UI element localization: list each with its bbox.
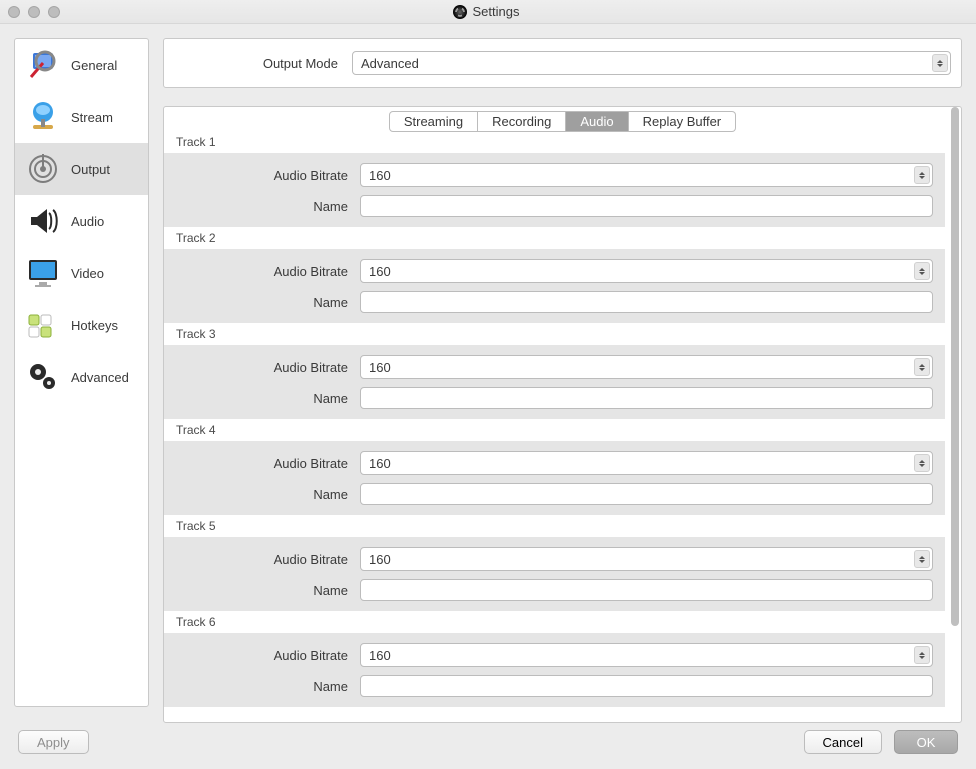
track-title: Track 1 <box>164 133 945 153</box>
apply-button[interactable]: Apply <box>18 730 89 754</box>
sidebar-item-advanced[interactable]: Advanced <box>15 351 148 403</box>
stream-icon <box>25 99 61 135</box>
output-mode-row: Output Mode Advanced <box>163 38 962 88</box>
track-group: Track 2 Audio Bitrate 160 Name <box>164 229 945 323</box>
track-name-input[interactable] <box>360 291 933 313</box>
track-name-input[interactable] <box>360 195 933 217</box>
tab-audio[interactable]: Audio <box>566 111 628 132</box>
audio-bitrate-label: Audio Bitrate <box>176 360 352 375</box>
track-title: Track 3 <box>164 325 945 345</box>
sidebar-item-general[interactable]: General <box>15 39 148 91</box>
audio-bitrate-select[interactable]: 160 <box>360 355 933 379</box>
general-icon <box>25 47 61 83</box>
chevron-updown-icon <box>914 646 930 664</box>
chevron-updown-icon <box>914 262 930 280</box>
track-title: Track 5 <box>164 517 945 537</box>
track-name-input[interactable] <box>360 387 933 409</box>
sidebar-item-hotkeys[interactable]: Hotkeys <box>15 299 148 351</box>
audio-bitrate-select[interactable]: 160 <box>360 547 933 571</box>
output-mode-label: Output Mode <box>174 56 344 71</box>
sidebar-item-label: Advanced <box>71 370 129 385</box>
track-name-label: Name <box>176 295 352 310</box>
traffic-lights <box>8 6 60 18</box>
sidebar-item-label: Stream <box>71 110 113 125</box>
track-title: Track 6 <box>164 613 945 633</box>
output-panel: Streaming Recording Audio Replay Buffer … <box>163 106 962 723</box>
audio-bitrate-select[interactable]: 160 <box>360 259 933 283</box>
audio-tracks-scroll[interactable]: Track 1 Audio Bitrate 160 Name <box>164 133 945 722</box>
track-title: Track 2 <box>164 229 945 249</box>
minimize-window-button[interactable] <box>28 6 40 18</box>
track-name-label: Name <box>176 391 352 406</box>
audio-bitrate-label: Audio Bitrate <box>176 648 352 663</box>
audio-icon <box>25 203 61 239</box>
obs-icon <box>453 5 467 19</box>
track-group: Track 5 Audio Bitrate 160 Name <box>164 517 945 611</box>
tab-recording[interactable]: Recording <box>478 111 566 132</box>
track-name-label: Name <box>176 487 352 502</box>
settings-sidebar: General Stream Output Audio Video Hotkey… <box>14 38 149 707</box>
track-group: Track 1 Audio Bitrate 160 Name <box>164 133 945 227</box>
track-group: Track 6 Audio Bitrate 160 Name <box>164 613 945 707</box>
ok-button[interactable]: OK <box>894 730 958 754</box>
sidebar-item-label: Video <box>71 266 104 281</box>
track-name-input[interactable] <box>360 579 933 601</box>
sidebar-item-label: Hotkeys <box>71 318 118 333</box>
sidebar-item-label: Audio <box>71 214 104 229</box>
audio-bitrate-label: Audio Bitrate <box>176 456 352 471</box>
audio-bitrate-select[interactable]: 160 <box>360 643 933 667</box>
output-mode-select[interactable]: Advanced <box>352 51 951 75</box>
track-name-label: Name <box>176 199 352 214</box>
chevron-updown-icon <box>914 454 930 472</box>
chevron-updown-icon <box>914 358 930 376</box>
output-icon <box>25 151 61 187</box>
sidebar-item-output[interactable]: Output <box>15 143 148 195</box>
advanced-icon <box>25 359 61 395</box>
close-window-button[interactable] <box>8 6 20 18</box>
track-group: Track 3 Audio Bitrate 160 Name <box>164 325 945 419</box>
track-name-label: Name <box>176 583 352 598</box>
zoom-window-button[interactable] <box>48 6 60 18</box>
chevron-updown-icon <box>914 550 930 568</box>
track-group: Track 4 Audio Bitrate 160 Name <box>164 421 945 515</box>
video-icon <box>25 255 61 291</box>
scrollbar[interactable] <box>951 107 959 718</box>
window-title: Settings <box>473 4 520 19</box>
audio-bitrate-select[interactable]: 160 <box>360 163 933 187</box>
sidebar-item-label: Output <box>71 162 110 177</box>
sidebar-item-label: General <box>71 58 117 73</box>
hotkeys-icon <box>25 307 61 343</box>
tab-streaming[interactable]: Streaming <box>389 111 478 132</box>
footer: Apply Cancel OK <box>0 721 976 769</box>
sidebar-item-stream[interactable]: Stream <box>15 91 148 143</box>
output-mode-value: Advanced <box>361 56 419 71</box>
track-name-input[interactable] <box>360 483 933 505</box>
track-title: Track 4 <box>164 421 945 441</box>
cancel-button[interactable]: Cancel <box>804 730 882 754</box>
titlebar: Settings <box>0 0 976 24</box>
sidebar-item-video[interactable]: Video <box>15 247 148 299</box>
audio-bitrate-label: Audio Bitrate <box>176 264 352 279</box>
tab-replay-buffer[interactable]: Replay Buffer <box>629 111 737 132</box>
output-tabs: Streaming Recording Audio Replay Buffer <box>164 111 961 132</box>
main-area: Output Mode Advanced Streaming Recording… <box>163 38 962 707</box>
chevron-updown-icon <box>932 54 948 72</box>
audio-bitrate-select[interactable]: 160 <box>360 451 933 475</box>
track-name-input[interactable] <box>360 675 933 697</box>
audio-bitrate-label: Audio Bitrate <box>176 552 352 567</box>
scrollbar-thumb[interactable] <box>951 107 959 626</box>
track-name-label: Name <box>176 679 352 694</box>
chevron-updown-icon <box>914 166 930 184</box>
audio-bitrate-label: Audio Bitrate <box>176 168 352 183</box>
sidebar-item-audio[interactable]: Audio <box>15 195 148 247</box>
